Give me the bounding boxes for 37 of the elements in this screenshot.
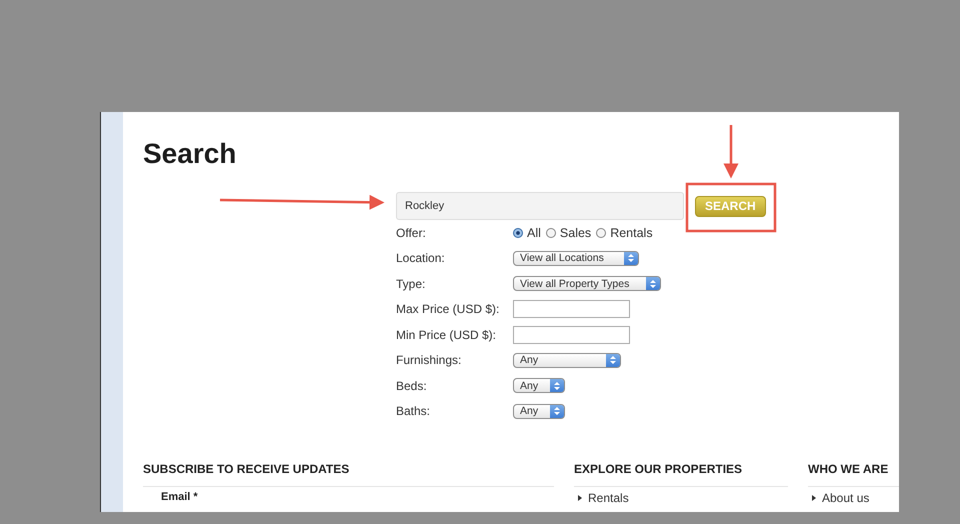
bullet-icon (812, 495, 816, 501)
email-label: Email * (160, 491, 199, 503)
annotation-arrow (724, 125, 738, 178)
footer-heading: EXPLORE OUR PROPERTIES (574, 462, 744, 476)
dropdown[interactable]: Any (513, 352, 621, 368)
dropdown-arrows-icon (550, 404, 564, 418)
footer-link[interactable]: About us (822, 491, 870, 505)
dropdown[interactable]: Any (513, 404, 565, 419)
field-label: Type: (396, 276, 426, 291)
price-input[interactable] (513, 326, 630, 344)
dropdown-arrows-icon (606, 354, 620, 367)
footer-heading: SUBSCRIBE TO RECEIVE UPDATES (143, 462, 350, 476)
dropdown-arrows-icon (646, 277, 660, 290)
bullet-icon (578, 495, 582, 501)
dropdown[interactable]: View all Property Types (513, 276, 661, 292)
field-label: Location: (396, 251, 446, 266)
dropdown-arrows-icon (624, 252, 638, 265)
footer-heading: WHO WE ARE (808, 462, 890, 476)
radio-button[interactable] (513, 228, 523, 238)
field-label: Offer: (396, 226, 427, 240)
radio-label[interactable]: Rentals (610, 226, 653, 240)
field-label: Baths: (396, 404, 432, 418)
page-title: Search (143, 138, 236, 171)
field-label: Min Price (USD $): (396, 328, 498, 342)
field-label: Furnishings: (396, 353, 462, 368)
dropdown[interactable]: View all Locations (513, 250, 639, 266)
price-input[interactable] (513, 300, 630, 318)
search-field[interactable]: Rockley (396, 192, 684, 220)
footer-link[interactable]: Rentals (588, 491, 629, 505)
field-label: Beds: (396, 378, 428, 393)
dropdown-arrows-icon (550, 379, 564, 392)
radio-button[interactable] (596, 228, 606, 238)
radio-label[interactable]: All (527, 226, 541, 240)
field-label: Max Price (USD $): (396, 302, 500, 316)
dropdown[interactable]: Any (513, 378, 565, 394)
radio-button[interactable] (546, 228, 556, 238)
radio-label[interactable]: Sales (560, 226, 592, 240)
